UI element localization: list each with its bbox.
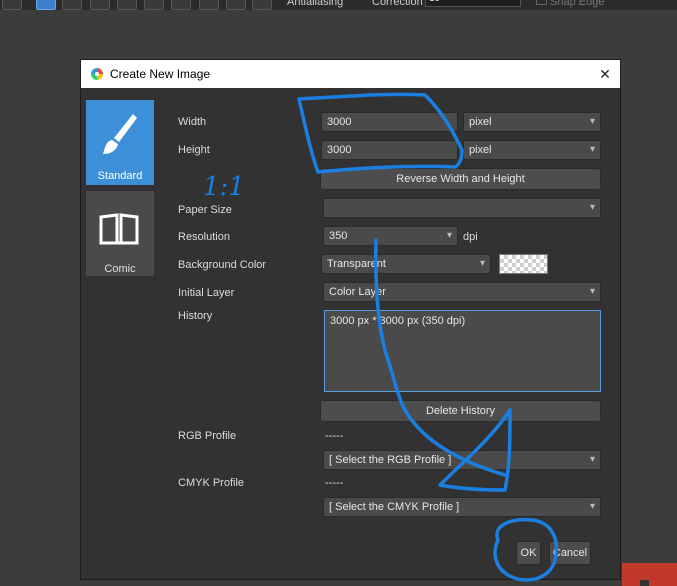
brush-icon <box>103 114 137 154</box>
paper-size-dropdown[interactable] <box>323 198 601 218</box>
background-color-dropdown[interactable]: Transparent <box>321 254 491 274</box>
standard-label: Standard <box>97 170 143 182</box>
history-list[interactable]: 3000 px * 3000 px (350 dpi) <box>324 310 601 392</box>
cog-icon[interactable] <box>226 0 246 10</box>
antialiasing-label: Antialiasing <box>287 0 344 8</box>
rgb-profile-label: RGB Profile <box>178 430 237 442</box>
lines-icon[interactable] <box>62 0 82 10</box>
lasso-icon[interactable] <box>36 0 56 10</box>
cmyk-profile-label: CMYK Profile <box>178 477 245 489</box>
app-toolbar: Antialiasing Correction 10 Snap Edge <box>0 0 677 10</box>
width-label: Width <box>178 116 207 128</box>
cancel-button[interactable]: Cancel <box>549 541 591 565</box>
cmyk-profile-dropdown[interactable]: [ Select the CMYK Profile ] <box>323 497 601 517</box>
resolution-dropdown[interactable]: 350 <box>323 226 458 246</box>
height-label: Height <box>178 144 210 156</box>
comic-label: Comic <box>104 263 136 275</box>
background-color-label: Background Color <box>178 259 267 271</box>
star-icon[interactable] <box>144 0 164 10</box>
cmyk-profile-dash: ----- <box>325 477 344 489</box>
paper-size-label: Paper Size <box>178 204 232 216</box>
correction-field[interactable]: 10 <box>425 0 521 7</box>
background-color-swatch[interactable] <box>499 254 548 274</box>
initial-layer-label: Initial Layer <box>178 287 235 299</box>
ring-icon[interactable] <box>171 0 191 10</box>
background-red-panel <box>622 563 677 586</box>
standard-preset-button[interactable]: Standard <box>86 100 154 185</box>
close-button[interactable]: ✕ <box>596 65 614 83</box>
initial-layer-dropdown[interactable]: Color Layer <box>323 282 601 302</box>
background-panel-icon <box>640 580 649 586</box>
rgb-profile-dropdown[interactable]: [ Select the RGB Profile ] <box>323 450 601 470</box>
snap-edge-checkbox[interactable] <box>536 0 547 5</box>
node-icon[interactable] <box>199 0 219 10</box>
resolution-label: Resolution <box>178 231 230 243</box>
delete-history-button[interactable]: Delete History <box>320 400 601 422</box>
height-unit-dropdown[interactable]: pixel <box>463 140 601 160</box>
correction-label: Correction <box>372 0 423 8</box>
dialog-title: Create New Image <box>110 67 211 81</box>
width-input[interactable]: 3000 <box>321 112 458 132</box>
width-unit-dropdown[interactable]: pixel <box>463 112 601 132</box>
create-new-image-dialog: Create New Image ✕ Standard Comic Width … <box>80 59 621 580</box>
comic-preset-button[interactable]: Comic <box>86 191 154 276</box>
resolution-unit: dpi <box>463 231 478 243</box>
reverse-width-height-button[interactable]: Reverse Width and Height <box>320 168 601 190</box>
snap-edge-label: Snap Edge <box>550 0 605 8</box>
grid-icon[interactable] <box>90 0 110 10</box>
tool-icon[interactable] <box>2 0 22 10</box>
rgb-profile-dash: ----- <box>325 430 344 442</box>
history-label: History <box>178 310 213 322</box>
history-item[interactable]: 3000 px * 3000 px (350 dpi) <box>330 315 595 327</box>
height-input[interactable]: 3000 <box>321 140 458 160</box>
pen-icon[interactable] <box>117 0 137 10</box>
settings-icon[interactable] <box>252 0 272 10</box>
dialog-titlebar: Create New Image ✕ <box>81 60 620 88</box>
book-icon <box>99 213 139 245</box>
ok-button[interactable]: OK <box>516 541 541 565</box>
app-logo-icon <box>91 68 103 80</box>
